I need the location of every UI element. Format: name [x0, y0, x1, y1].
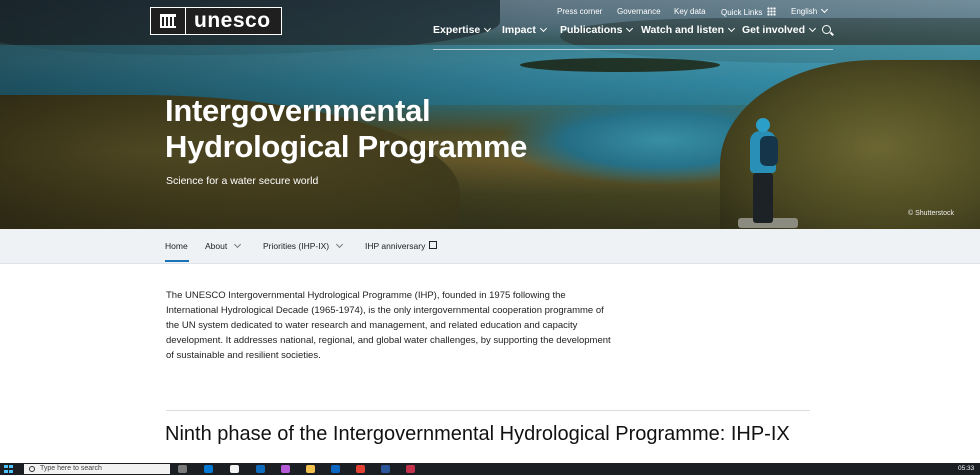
- subnav-about-label: About: [205, 241, 228, 251]
- chevron-down-icon: [484, 24, 492, 33]
- search-icon[interactable]: [822, 25, 831, 34]
- taskbar-search-placeholder: Type here to search: [40, 465, 102, 472]
- language-selector[interactable]: English: [791, 5, 829, 16]
- nav-get-involved-label: Get involved: [742, 24, 806, 36]
- nav-get-involved[interactable]: Get involved: [742, 24, 817, 36]
- nav-impact[interactable]: Impact: [502, 24, 547, 36]
- chevron-down-icon: [336, 240, 344, 249]
- quick-links-button[interactable]: Quick Links: [721, 7, 777, 17]
- active-tab-indicator: [165, 260, 189, 262]
- linkedin-app-icon[interactable]: [331, 465, 340, 473]
- subnav-priorities[interactable]: Priorities (IHP-IX): [263, 240, 344, 251]
- hero-hiker-figure: [738, 118, 798, 228]
- word-app-icon[interactable]: [381, 465, 390, 473]
- subnav-home[interactable]: Home: [165, 241, 188, 251]
- section-heading: Ninth phase of the Intergovernmental Hyd…: [165, 423, 790, 445]
- key-data-link[interactable]: Key data: [674, 7, 706, 16]
- subnav-anniversary-label: IHP anniversary: [365, 241, 426, 251]
- nav-watch-and-listen[interactable]: Watch and listen: [641, 24, 736, 36]
- page-title: Intergovernmental Hydrological Programme: [165, 93, 528, 164]
- subnav-priorities-label: Priorities (IHP-IX): [263, 241, 330, 251]
- pinned-app-icon[interactable]: [406, 465, 415, 473]
- subnav-about[interactable]: About: [205, 240, 242, 251]
- chevron-down-icon: [728, 24, 736, 33]
- copilot-app-icon[interactable]: [281, 465, 290, 473]
- outlook-app-icon[interactable]: [256, 465, 265, 473]
- chrome-app-icon[interactable]: [356, 465, 365, 473]
- nav-impact-label: Impact: [502, 24, 536, 36]
- chevron-down-icon: [808, 24, 817, 33]
- section-subnav: Home About Priorities (IHP-IX) IHP anniv…: [0, 229, 980, 264]
- search-icon: [29, 466, 35, 472]
- nav-expertise-label: Expertise: [433, 24, 481, 36]
- temple-emblem-icon: [151, 8, 185, 34]
- subnav-ihp-anniversary[interactable]: IHP anniversary: [365, 241, 438, 251]
- nav-watch-label: Watch and listen: [641, 24, 725, 36]
- file-explorer-icon[interactable]: [306, 465, 315, 473]
- task-view-icon[interactable]: [178, 465, 187, 473]
- external-link-icon: [429, 241, 438, 249]
- nav-publications-label: Publications: [560, 24, 623, 36]
- mail-app-icon[interactable]: [204, 465, 213, 473]
- page-subtitle: Science for a water secure world: [166, 175, 319, 187]
- nav-divider: [433, 49, 833, 50]
- chevron-down-icon: [234, 240, 242, 249]
- windows-taskbar: Type here to search 05:33: [0, 463, 980, 475]
- taskbar-search-box[interactable]: Type here to search: [24, 464, 170, 474]
- photo-credit: © Shutterstock: [908, 210, 955, 217]
- quick-links-label: Quick Links: [721, 8, 763, 17]
- store-app-icon[interactable]: [230, 465, 239, 473]
- governance-link[interactable]: Governance: [617, 7, 661, 16]
- apps-grid-icon: [767, 7, 777, 16]
- press-corner-link[interactable]: Press corner: [557, 7, 602, 16]
- nav-expertise[interactable]: Expertise: [433, 24, 492, 36]
- intro-paragraph: The UNESCO Intergovernmental Hydrologica…: [166, 290, 611, 361]
- chevron-down-icon: [821, 5, 829, 14]
- windows-start-icon[interactable]: [4, 465, 13, 473]
- chevron-down-icon: [626, 24, 634, 33]
- taskbar-clock: 05:33: [958, 465, 975, 472]
- language-label: English: [791, 7, 818, 16]
- chevron-down-icon: [539, 24, 547, 33]
- nav-publications[interactable]: Publications: [560, 24, 634, 36]
- section-divider: [166, 410, 810, 411]
- unesco-logo[interactable]: unesco: [150, 7, 282, 35]
- logo-wordmark: unesco: [185, 8, 281, 34]
